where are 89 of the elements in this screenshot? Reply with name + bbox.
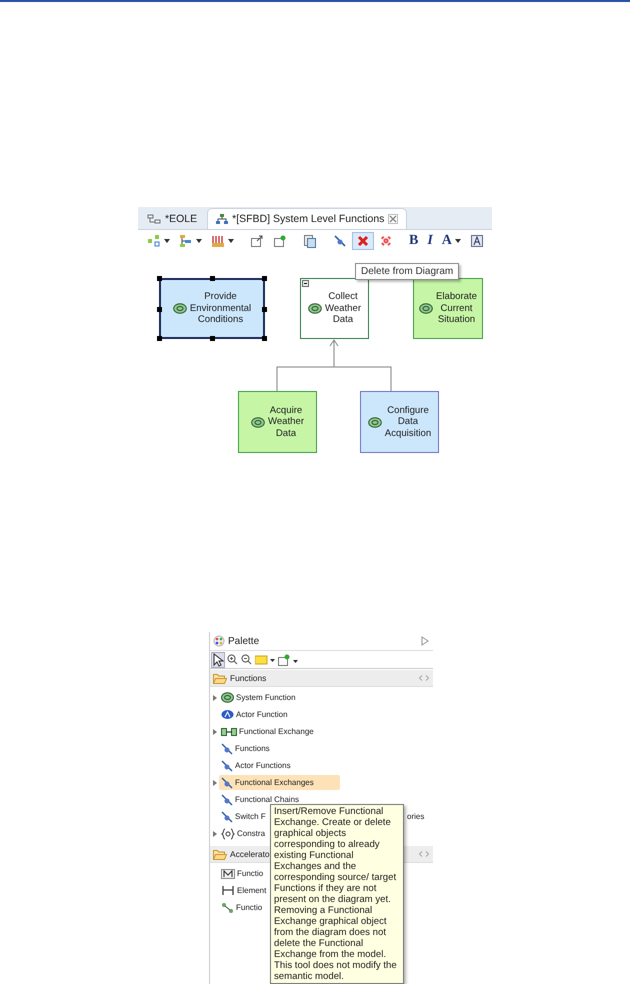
font-style-icon: [470, 234, 484, 248]
chain-icon: [221, 902, 234, 914]
palette-item[interactable]: Functional Exchange: [219, 724, 316, 739]
dropdown-arrow-icon: [164, 238, 170, 242]
grid-icon: [147, 234, 161, 248]
palette-title: Palette: [228, 636, 260, 646]
expand-icon[interactable]: [421, 636, 429, 646]
tooltip: Delete from Diagram: [355, 263, 460, 280]
palette-item[interactable]: Functional Chains: [219, 792, 302, 807]
folder-icon: [213, 848, 227, 860]
function-node[interactable]: Collect Weather Data: [300, 278, 369, 339]
palette-item[interactable]: Functional Exchanges: [219, 775, 340, 790]
hide-icon: [221, 810, 233, 822]
close-icon[interactable]: [388, 214, 398, 224]
function-icon: [368, 416, 382, 428]
exchange-icon: [221, 726, 237, 736]
delete-button[interactable]: [352, 232, 374, 250]
resize-handle[interactable]: [262, 306, 267, 312]
resize-handle[interactable]: [210, 276, 215, 281]
hide-icon: [221, 742, 233, 754]
palette-item[interactable]: Actor Function: [219, 707, 290, 722]
expand-arrow-icon[interactable]: [212, 780, 216, 786]
editor-tab[interactable]: *EOLE: [141, 209, 204, 229]
function-icon: [308, 303, 322, 314]
delete-icon: [356, 234, 370, 248]
layout-icon: [179, 234, 193, 248]
node-label: Provide Environmental Conditions: [190, 291, 252, 326]
tooltip: Insert/Remove Functional Exchange. Create or delete graphical objects corresponding to already existing Functional Exchanges and the corresponding source/ target Functions if they are not present on the diagram yet. Removing a Functional Exchange graphical object from the diagram does not delete the Functional Exchange from the model. This tool does not modify the semantic model.: [270, 804, 404, 984]
palette-item[interactable]: Functions: [219, 741, 272, 756]
expand-arrow-icon[interactable]: [212, 728, 216, 734]
diagram-icon: [147, 213, 161, 225]
function-node[interactable]: Elaborate Current Situation: [413, 278, 483, 339]
filter-icon: [211, 234, 225, 248]
resize-handle[interactable]: [157, 306, 162, 312]
palette-item[interactable]: Switch F: [219, 809, 268, 824]
function-icon: [250, 416, 265, 428]
palette-item[interactable]: System Function: [219, 690, 298, 705]
pointer-icon[interactable]: [212, 652, 224, 666]
hide-icon: [333, 234, 347, 248]
note-icon[interactable]: [255, 654, 275, 664]
resize-handle[interactable]: [157, 336, 162, 341]
node-label: Acquire Weather Data: [268, 404, 304, 440]
resize-handle[interactable]: [262, 336, 267, 341]
editor-tab[interactable]: *[SFBD] System Level Functions: [207, 208, 408, 229]
expand-arrow-icon[interactable]: [212, 830, 216, 836]
model-icon: [221, 868, 235, 878]
folder-icon: [213, 672, 227, 684]
collapse-icon[interactable]: [302, 280, 309, 287]
pin-icon: [273, 234, 287, 248]
function-node[interactable]: Configure Data Acquisition: [360, 391, 439, 453]
hide-icon: [221, 776, 233, 788]
palette-item[interactable]: Element: [219, 883, 268, 898]
palette-item[interactable]: Constra: [219, 826, 268, 841]
tree-icon: [216, 213, 228, 225]
palette-icon: [213, 635, 225, 647]
function-icon: [172, 303, 187, 314]
italic-button[interactable]: I: [423, 232, 437, 250]
node-label: Configure Data Acquisition: [384, 404, 432, 440]
palette-item-text: ories: [407, 812, 424, 821]
palette-item[interactable]: Actor Functions: [219, 758, 293, 773]
dropdown-arrow-icon: [454, 238, 461, 242]
dropdown-arrow-icon: [196, 238, 202, 242]
font-button[interactable]: A: [438, 232, 465, 250]
dropdown-arrow-icon: [228, 238, 234, 242]
hide-icon: [221, 760, 233, 772]
export-icon: [250, 234, 264, 248]
copy-icon: [303, 234, 317, 248]
function-node[interactable]: Provide Environmental Conditions: [159, 278, 265, 339]
function-icon: [221, 692, 234, 703]
palette-item[interactable]: Functio: [219, 900, 264, 915]
resize-handle[interactable]: [210, 336, 215, 341]
export-icon[interactable]: [278, 654, 298, 666]
bold-button[interactable]: B: [405, 232, 422, 250]
resize-handle[interactable]: [262, 276, 267, 281]
palette-item[interactable]: Functio: [219, 866, 266, 881]
zoom-in-icon[interactable]: [227, 654, 238, 665]
function-node[interactable]: Acquire Weather Data: [238, 391, 317, 453]
delete-icon: [379, 234, 393, 248]
resize-handle[interactable]: [157, 276, 162, 281]
zoom-out-icon[interactable]: [241, 654, 252, 665]
bracket-icon: [221, 885, 235, 896]
function-icon: [418, 303, 433, 314]
expand-arrow-icon[interactable]: [212, 694, 216, 700]
hide-icon: [221, 794, 233, 806]
drawer-header[interactable]: Functions: [210, 670, 433, 687]
braces-icon: [221, 828, 235, 840]
actor-icon: [221, 709, 234, 720]
node-label: Elaborate Current Situation: [436, 291, 478, 326]
node-label: Collect Weather Data: [324, 291, 362, 326]
